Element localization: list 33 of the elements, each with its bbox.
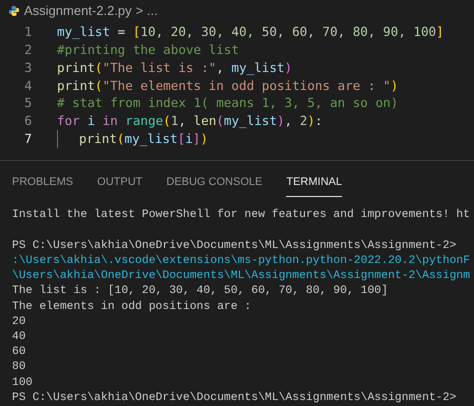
terminal-line: 20 [12,314,26,330]
line-number: 6 [23,112,32,130]
terminal-line: Install the latest PowerShell for new features and improvements! ht [12,208,470,224]
code-line: print(my_list[i]) [79,130,208,148]
terminal-line: 80 [12,360,26,376]
terminal-line: 100 [12,376,33,391]
code-line: # stat from index 1( means 1, 3, 5, an so on) [57,94,398,112]
line-number: 1 [23,23,32,42]
panel-tab[interactable]: PROBLEMS [12,174,74,198]
code-line: for i in range(1, len(my_list), 2): [57,112,322,130]
terminal-line: PS C:\Users\akhia\OneDrive\Documents\ML\Assignments\Assignment-2> [12,238,456,254]
terminal-line: The list is : [10, 20, 30, 40, 50, 60, 70, 80, 90, 100] [12,284,388,300]
line-number: 4 [23,76,32,94]
line-number: 3 [23,58,32,77]
line-number: 7 [23,130,32,148]
python-icon [8,4,20,17]
terminal-line: :\Users\akhia\.vscode\extensions\ms-python.python-2022.20.2\pythonF [12,254,470,269]
file-name[interactable]: Assignment-2.2.py [24,0,132,20]
terminal-line: \Users\akhia\OneDrive\Documents\ML\Assignments\Assignment-2\Assignm [12,269,470,284]
line-number: 2 [23,41,32,59]
panel-tab[interactable]: OUTPUT [97,174,142,198]
terminal-line: The elements in odd positions are : [12,300,252,315]
panel-tab[interactable]: TERMINAL [286,174,342,198]
terminal-line: PS C:\Users\akhia\OneDrive\Documents\ML\Assignments\Assignment-2> [12,390,456,406]
line-number: 5 [23,94,32,112]
code-line: my_list = [10, 20, 30, 40, 50, 60, 70, 80, 90, 100] [57,23,444,42]
code-line: print("The elements in odd positions are : ") [57,76,398,94]
panel-tab[interactable]: DEBUG CONSOLE [166,174,262,198]
terminal-line: 40 [12,330,26,345]
code-line: print("The list is :", my_list) [57,58,292,77]
terminal-line: 60 [12,345,26,360]
breadcrumb[interactable]: > ... [136,0,158,20]
code-line: #printing the above list [57,41,239,59]
